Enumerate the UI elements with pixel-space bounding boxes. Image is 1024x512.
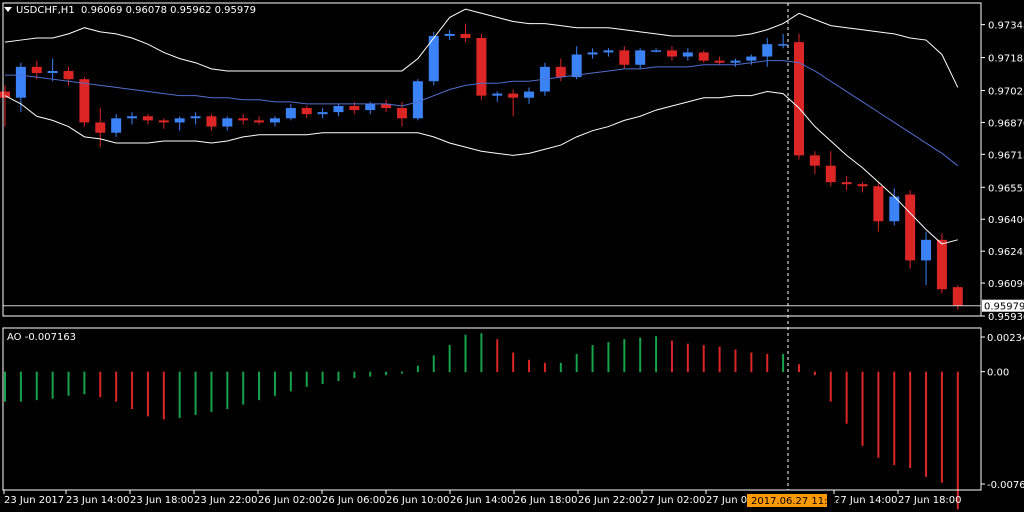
- candle-body: [714, 60, 725, 63]
- crosshair-time-label: 2017.06.27 11:00: [751, 496, 840, 507]
- candle-body: [95, 122, 106, 133]
- ao-label: AO -0.007163: [7, 332, 77, 343]
- candle-body: [111, 118, 122, 133]
- price-tick-label: 0.96715: [988, 150, 1024, 161]
- candle-body: [873, 186, 884, 222]
- time-tick-label: 26 Jun 06:00: [322, 495, 386, 506]
- time-tick-label: 27 Jun 18:00: [898, 495, 962, 506]
- candle-body: [778, 44, 789, 46]
- candle-body: [825, 165, 836, 183]
- ao-tick-label: -0.007616: [987, 480, 1024, 491]
- candle-body: [746, 56, 757, 61]
- candle-body: [127, 116, 138, 119]
- time-tick-label: 23 Jun 2017: [4, 495, 64, 506]
- ao-header: AO -0.007163: [7, 332, 76, 343]
- candle-body: [762, 44, 773, 57]
- candle-body: [365, 103, 376, 111]
- time-tick-label: 26 Jun 10:00: [386, 495, 450, 506]
- price-tick-label: 0.96400: [988, 215, 1024, 226]
- time-tick-label: 27 Jun 14:00: [834, 495, 898, 506]
- candle-body: [285, 108, 296, 119]
- ao-tick-label: 0.00: [987, 368, 1009, 379]
- price-tick-label: 0.96870: [988, 118, 1024, 129]
- candle-body: [460, 33, 471, 39]
- candle-body: [841, 182, 852, 185]
- time-tick-label: 23 Jun 18:00: [130, 495, 194, 506]
- ohlc-values: 0.96069 0.96078 0.95962 0.95979: [81, 5, 256, 16]
- time-tick-label: 26 Jun 18:00: [514, 495, 578, 506]
- price-tick-label: 0.95930: [988, 312, 1024, 323]
- price-tick-label: 0.97025: [988, 87, 1024, 98]
- candle-body: [809, 155, 820, 166]
- candle-body: [571, 54, 582, 78]
- candle-body: [936, 239, 947, 290]
- candle-body: [174, 118, 185, 123]
- candle-body: [952, 287, 963, 306]
- candle-body: [921, 239, 932, 261]
- candle-body: [47, 70, 58, 74]
- price-tick-label: 0.96555: [988, 183, 1024, 194]
- candle-body: [15, 66, 26, 98]
- candle-body: [0, 91, 10, 98]
- time-tick-label: 26 Jun 02:00: [258, 495, 322, 506]
- candle-body: [492, 93, 503, 96]
- candle-body: [158, 120, 169, 123]
- price-tick-label: 0.97185: [988, 54, 1024, 65]
- candle-body: [619, 50, 630, 65]
- candle-body: [317, 112, 328, 115]
- time-tick-label: 26 Jun 14:00: [450, 495, 514, 506]
- candle-body: [190, 116, 201, 119]
- candle-body: [254, 120, 265, 123]
- candle-body: [238, 118, 249, 121]
- time-tick-label: 23 Jun 14:00: [66, 495, 130, 506]
- price-tick-label: 0.96090: [988, 279, 1024, 290]
- time-tick-label: 23 Jun 22:00: [194, 495, 258, 506]
- candle-body: [857, 184, 868, 187]
- time-tick-label: 27 Jun 06: [706, 495, 753, 506]
- candle-body: [206, 116, 217, 127]
- candle-body: [333, 105, 344, 113]
- price-tick-label: 0.97345: [988, 21, 1024, 32]
- candle-body: [397, 108, 407, 119]
- candle-body: [301, 108, 312, 115]
- candle-body: [508, 93, 519, 98]
- candle-body: [555, 66, 566, 78]
- candle-body: [635, 50, 646, 65]
- candle-body: [905, 194, 916, 261]
- candle-body: [587, 52, 598, 55]
- candle-body: [603, 50, 614, 53]
- candle-body: [651, 50, 662, 52]
- candle-body: [794, 42, 804, 156]
- price-tick-label: 0.96245: [988, 247, 1024, 258]
- chart-header: USDCHF,H1 0.96069 0.96078 0.95962 0.9597…: [4, 5, 256, 16]
- candle-body: [79, 79, 90, 123]
- candle-body: [682, 52, 693, 57]
- candle-body: [666, 50, 677, 57]
- candle-body: [142, 116, 153, 121]
- candle-body: [31, 66, 42, 74]
- ao-tick-label: 0.002348: [987, 333, 1024, 344]
- candle-body: [476, 38, 487, 96]
- symbol-label: USDCHF,H1: [16, 5, 75, 16]
- time-tick-label: 27 Jun 02:00: [642, 495, 706, 506]
- current-price-label: 0.95979: [984, 302, 1024, 313]
- candle-body: [63, 70, 74, 80]
- candle-body: [269, 118, 280, 123]
- candle-body: [349, 105, 360, 111]
- collapse-triangle-icon[interactable]: [4, 7, 12, 12]
- chart-canvas: 0.97345 0.97185 0.97025 0.96870 0.96715 0.965…: [0, 0, 1024, 512]
- candle-body: [524, 91, 535, 98]
- candle-body: [222, 118, 233, 127]
- candle-body: [730, 60, 741, 63]
- time-tick-label: 26 Jun 22:00: [578, 495, 642, 506]
- candle-body: [444, 33, 455, 36]
- candle-body: [698, 52, 709, 61]
- candle-body: [412, 81, 423, 119]
